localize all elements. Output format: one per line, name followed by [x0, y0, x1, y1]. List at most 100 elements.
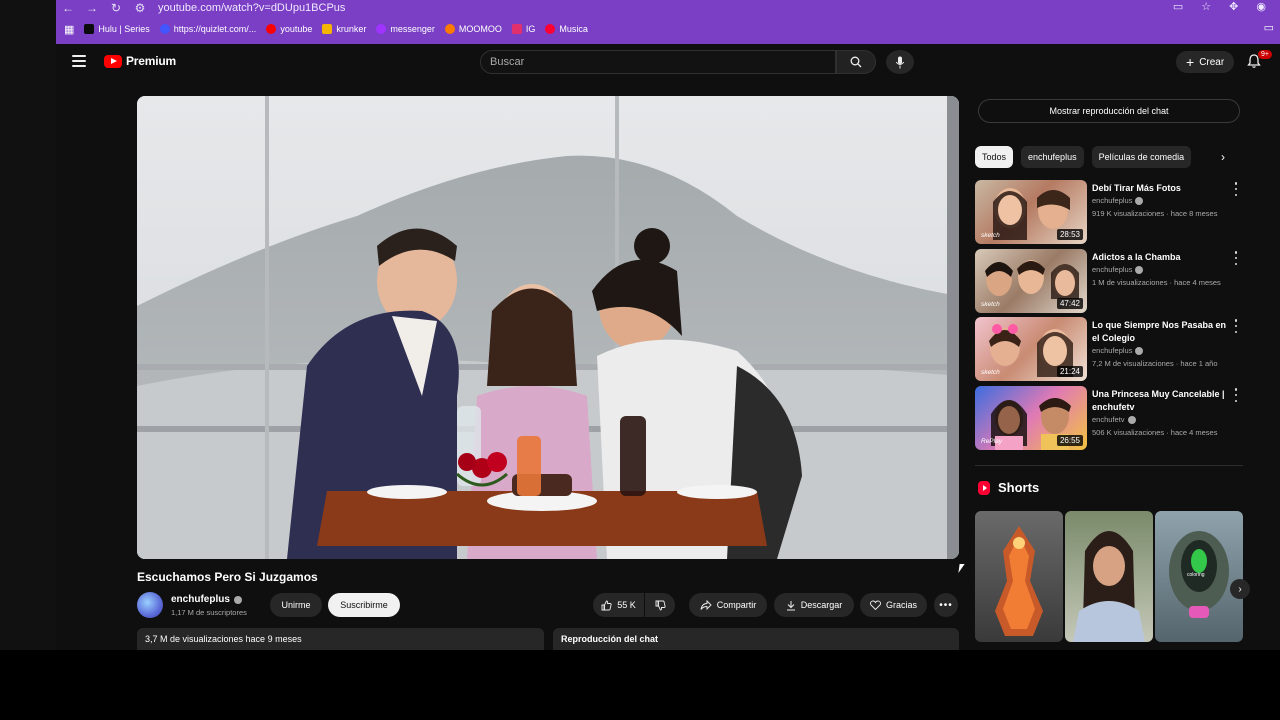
- logo-text: Premium: [126, 54, 176, 68]
- plus-icon: +: [1186, 54, 1195, 70]
- create-label: Crear: [1199, 56, 1225, 68]
- more-actions-button[interactable]: •••: [934, 593, 958, 617]
- thumbs-down-icon: [655, 600, 666, 610]
- quizlet-icon: [159, 24, 170, 34]
- video-thumbnail[interactable]: sketch 21:24: [975, 317, 1087, 381]
- hulu-icon: [84, 24, 95, 34]
- more-vertical-icon[interactable]: [1233, 319, 1239, 333]
- extensions-icon[interactable]: ✥: [1229, 0, 1238, 13]
- messenger-icon: [376, 24, 387, 34]
- rec-meta: 919 K visualizaciones · hace 8 meses: [1092, 209, 1218, 218]
- bookmark-item[interactable]: IG: [511, 24, 535, 34]
- video-duration: 47:42: [1056, 298, 1083, 309]
- subscribe-button[interactable]: Suscribirme: [328, 593, 400, 617]
- instagram-icon: [511, 24, 522, 34]
- bookmark-star-icon[interactable]: ☆: [1201, 0, 1211, 13]
- show-chat-replay-button[interactable]: Mostrar reproducción del chat: [978, 99, 1240, 123]
- bookmark-item[interactable]: krunker: [322, 24, 366, 34]
- shorts-next-arrow-icon[interactable]: ›: [1230, 579, 1250, 599]
- bookmark-item[interactable]: Musica: [545, 24, 588, 34]
- apps-grid-icon[interactable]: ▦: [64, 23, 74, 36]
- download-button[interactable]: Descargar: [774, 593, 854, 617]
- video-duration: 26:55: [1056, 435, 1083, 446]
- video-thumbnail[interactable]: RePlay 26:55: [975, 386, 1087, 450]
- dislike-button[interactable]: [645, 593, 675, 617]
- shorts-title: Shorts: [998, 480, 1040, 495]
- verified-icon: [1135, 265, 1144, 274]
- rec-title: Una Princesa Muy Cancelable | enchufetv: [1092, 389, 1225, 412]
- shorts-logo-icon: [978, 480, 990, 495]
- bookmark-item[interactable]: MOOMOO: [444, 24, 502, 34]
- browser-chrome: ← → ↻ ⚙ youtube.com/watch?v=dDUpu1BCPus …: [56, 0, 1280, 44]
- bookmark-item[interactable]: messenger: [376, 24, 435, 34]
- reload-icon[interactable]: ↻: [104, 1, 128, 15]
- bookmark-item[interactable]: youtube: [266, 24, 312, 34]
- share-icon: [700, 600, 712, 610]
- short-item[interactable]: [1065, 511, 1153, 642]
- bookmark-item[interactable]: Hulu | Series: [84, 24, 150, 34]
- views-and-date: 3,7 M de visualizaciones hace 9 meses: [145, 634, 302, 644]
- recommendation-item[interactable]: sketch 21:24 Lo que Siempre Nos Pasaba e…: [975, 317, 1245, 381]
- search-input[interactable]: Buscar: [480, 50, 836, 74]
- create-button[interactable]: + Crear: [1176, 51, 1235, 73]
- rec-meta: 1 M de visualizaciones · hace 4 meses: [1092, 278, 1221, 287]
- chip-channel[interactable]: enchufeplus: [1021, 146, 1084, 168]
- more-vertical-icon[interactable]: [1233, 388, 1239, 402]
- folder-icon[interactable]: ▭: [1264, 21, 1274, 34]
- video-title: Escuchamos Pero Si Juzgamos: [137, 570, 318, 584]
- video-duration: 28:53: [1056, 229, 1083, 240]
- channel-name[interactable]: enchufeplus: [171, 594, 242, 605]
- section-divider: [975, 465, 1243, 466]
- address-bar[interactable]: youtube.com/watch?v=dDUpu1BCPus: [158, 2, 345, 14]
- more-vertical-icon[interactable]: [1233, 251, 1239, 265]
- rec-badge: sketch: [981, 232, 1000, 239]
- video-player[interactable]: [137, 96, 959, 559]
- profile-icon[interactable]: ◉: [1256, 0, 1266, 13]
- thanks-button[interactable]: Gracias: [860, 593, 927, 617]
- verified-icon: [1135, 346, 1144, 355]
- short-overlay-text: coloring: [1187, 572, 1205, 578]
- chip-comedy-movies[interactable]: Películas de comedia: [1091, 146, 1192, 168]
- more-vertical-icon[interactable]: [1233, 182, 1239, 196]
- description-box[interactable]: 3,7 M de visualizaciones hace 9 meses: [137, 628, 544, 650]
- rec-title: Debí Tirar Más Fotos: [1092, 183, 1181, 193]
- channel-name-text: enchufeplus: [171, 594, 230, 605]
- youtube-logo[interactable]: Premium: [104, 54, 176, 68]
- rec-meta: 506 K visualizaciones · hace 4 meses: [1092, 428, 1218, 437]
- left-margin: [0, 0, 56, 650]
- recommendation-item[interactable]: sketch 47:42 Adictos a la Chamba enchufe…: [975, 249, 1245, 313]
- video-thumbnail[interactable]: sketch 47:42: [975, 249, 1087, 313]
- forward-icon[interactable]: →: [80, 1, 104, 15]
- site-info-icon[interactable]: ⚙: [128, 1, 152, 15]
- short-item[interactable]: [975, 511, 1063, 642]
- short-thumbnail-art: [1073, 531, 1145, 642]
- hamburger-menu-icon[interactable]: [72, 55, 86, 67]
- channel-avatar[interactable]: [137, 592, 163, 618]
- like-button[interactable]: 55 K: [593, 593, 644, 617]
- rec-title: Lo que Siempre Nos Pasaba en el Colegio: [1092, 320, 1227, 343]
- download-icon: [786, 600, 795, 610]
- voice-search-button[interactable]: [886, 50, 914, 74]
- thanks-label: Gracias: [885, 600, 917, 610]
- rec-badge: sketch: [981, 301, 1000, 308]
- chat-replay-panel[interactable]: Reproducción del chat: [553, 628, 959, 650]
- moomoo-icon: [444, 24, 455, 34]
- short-item[interactable]: coloring: [1155, 511, 1243, 642]
- watch-page: Escuchamos Pero Si Juzgamos enchufeplus …: [56, 82, 1250, 650]
- bookmark-item[interactable]: https://quizlet.com/...: [159, 24, 256, 34]
- chevron-right-icon[interactable]: ›: [1221, 150, 1225, 164]
- back-icon[interactable]: ←: [56, 1, 80, 15]
- chip-all[interactable]: Todos: [975, 146, 1014, 168]
- share-button[interactable]: Compartir: [689, 593, 767, 617]
- install-icon[interactable]: ▭: [1173, 0, 1183, 13]
- bottom-margin: [0, 650, 1280, 720]
- join-button[interactable]: Unirme: [270, 593, 322, 617]
- filter-chips: Todos enchufeplus Películas de comedia: [975, 146, 1192, 168]
- recommendation-item[interactable]: RePlay 26:55 Una Princesa Muy Cancelable…: [975, 386, 1245, 450]
- address-row: ← → ↻ ⚙ youtube.com/watch?v=dDUpu1BCPus …: [56, 0, 1280, 15]
- video-thumbnail[interactable]: sketch 28:53: [975, 180, 1087, 244]
- heart-dollar-icon: [870, 600, 881, 610]
- search-button[interactable]: [836, 50, 876, 74]
- recommendation-item[interactable]: sketch 28:53 Debí Tirar Más Fotos enchuf…: [975, 180, 1245, 244]
- youtube-play-icon: [104, 54, 122, 68]
